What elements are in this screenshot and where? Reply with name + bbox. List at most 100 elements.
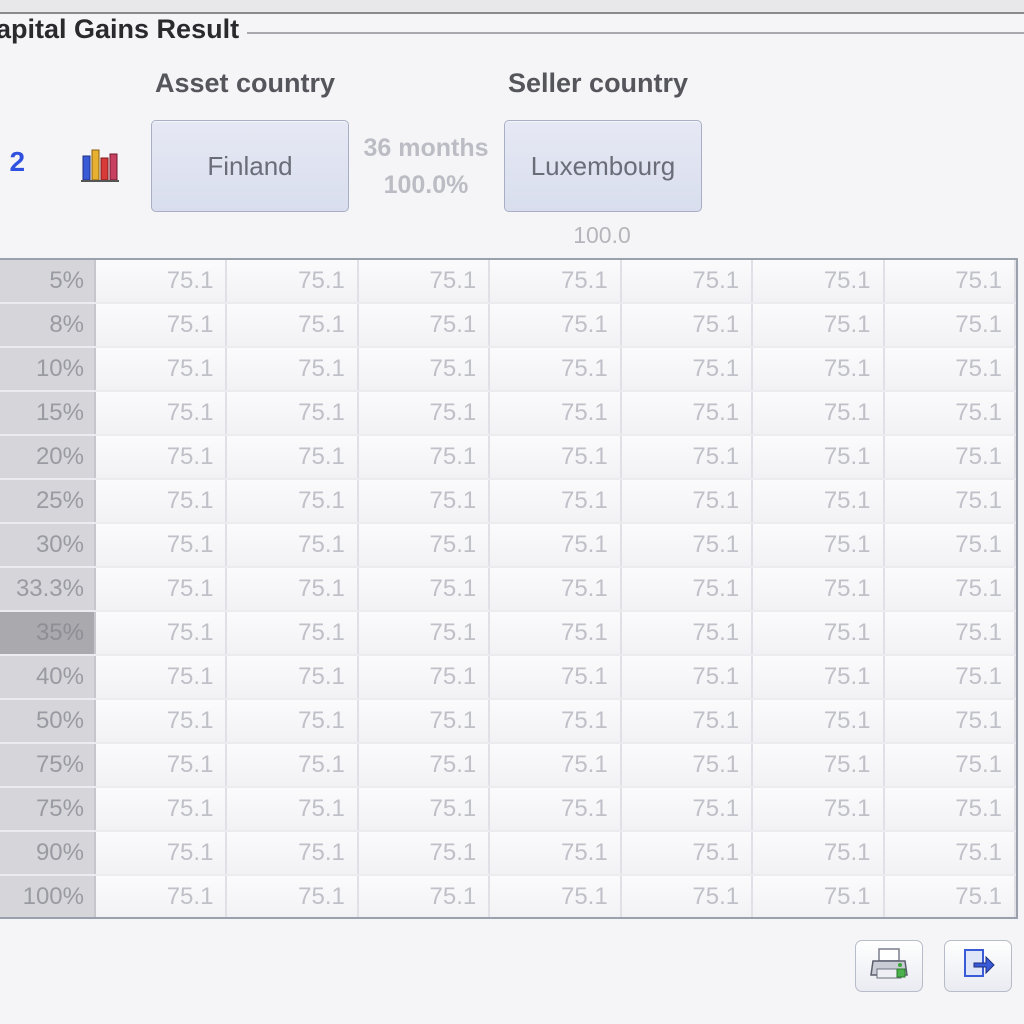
- table-cell[interactable]: 75.1: [226, 479, 359, 524]
- row-header[interactable]: 30%: [0, 523, 96, 568]
- table-row[interactable]: 15% 75.1 75.1 75.1 75.1 75.1 75.1 75.1: [0, 391, 1016, 436]
- table-cell[interactable]: 75.1: [752, 567, 885, 612]
- table-cell[interactable]: 75.1: [752, 260, 885, 304]
- row-header[interactable]: 33.3%: [0, 567, 96, 612]
- table-cell[interactable]: 75.1: [95, 347, 228, 392]
- table-cell[interactable]: 75.1: [883, 303, 1016, 348]
- table-cell[interactable]: 75.1: [752, 391, 885, 436]
- row-header[interactable]: 20%: [0, 435, 96, 480]
- table-cell[interactable]: 75.1: [226, 523, 359, 568]
- table-row[interactable]: 75% 75.1 75.1 75.1 75.1 75.1 75.1 75.1: [0, 743, 1016, 788]
- table-cell[interactable]: 75.1: [357, 347, 491, 392]
- table-cell[interactable]: 75.1: [357, 699, 491, 744]
- row-header[interactable]: 25%: [0, 479, 96, 524]
- table-cell[interactable]: 75.1: [226, 391, 359, 436]
- table-cell[interactable]: 75.1: [226, 567, 359, 612]
- table-cell[interactable]: 75.1: [620, 479, 754, 524]
- table-cell[interactable]: 75.1: [357, 831, 491, 876]
- table-cell[interactable]: 75.1: [226, 699, 359, 744]
- table-row[interactable]: 10% 75.1 75.1 75.1 75.1 75.1 75.1 75.1: [0, 347, 1016, 392]
- row-header[interactable]: 75%: [0, 787, 96, 832]
- table-row[interactable]: 30% 75.1 75.1 75.1 75.1 75.1 75.1 75.1: [0, 523, 1016, 568]
- table-cell[interactable]: 75.1: [95, 787, 228, 832]
- table-cell[interactable]: 75.1: [489, 831, 622, 876]
- table-cell[interactable]: 75.1: [357, 787, 491, 832]
- table-cell[interactable]: 75.1: [489, 743, 622, 788]
- table-cell[interactable]: 75.1: [883, 347, 1016, 392]
- table-cell[interactable]: 75.1: [489, 699, 622, 744]
- table-cell[interactable]: 75.1: [620, 831, 754, 876]
- row-header[interactable]: 75%: [0, 743, 96, 788]
- table-cell[interactable]: 75.1: [752, 655, 885, 700]
- table-cell[interactable]: 75.1: [95, 391, 228, 436]
- table-cell[interactable]: 75.1: [489, 875, 622, 917]
- table-cell[interactable]: 75.1: [226, 875, 359, 917]
- table-cell[interactable]: 75.1: [620, 347, 754, 392]
- bar-chart-icon[interactable]: [80, 146, 120, 184]
- table-cell[interactable]: 75.1: [489, 391, 622, 436]
- table-cell[interactable]: 75.1: [883, 260, 1016, 304]
- table-cell[interactable]: 75.1: [95, 479, 228, 524]
- table-cell[interactable]: 75.1: [95, 523, 228, 568]
- row-header[interactable]: 35%: [0, 611, 96, 656]
- row-header[interactable]: 100%: [0, 875, 96, 917]
- table-cell[interactable]: 75.1: [883, 523, 1016, 568]
- table-cell[interactable]: 75.1: [95, 875, 228, 917]
- table-cell[interactable]: 75.1: [489, 523, 622, 568]
- table-cell[interactable]: 75.1: [226, 303, 359, 348]
- table-cell[interactable]: 75.1: [226, 347, 359, 392]
- table-cell[interactable]: 75.1: [752, 347, 885, 392]
- table-cell[interactable]: 75.1: [226, 831, 359, 876]
- table-cell[interactable]: 75.1: [226, 435, 359, 480]
- table-cell[interactable]: 75.1: [95, 611, 228, 656]
- table-cell[interactable]: 75.1: [357, 435, 491, 480]
- table-row[interactable]: 20% 75.1 75.1 75.1 75.1 75.1 75.1 75.1: [0, 435, 1016, 480]
- table-cell[interactable]: 75.1: [620, 611, 754, 656]
- table-cell[interactable]: 75.1: [752, 479, 885, 524]
- table-cell[interactable]: 75.1: [226, 611, 359, 656]
- table-cell[interactable]: 75.1: [620, 260, 754, 304]
- table-cell[interactable]: 75.1: [752, 787, 885, 832]
- table-row[interactable]: 75% 75.1 75.1 75.1 75.1 75.1 75.1 75.1: [0, 787, 1016, 832]
- table-row[interactable]: 8% 75.1 75.1 75.1 75.1 75.1 75.1 75.1: [0, 303, 1016, 348]
- table-cell[interactable]: 75.1: [95, 831, 228, 876]
- table-cell[interactable]: 75.1: [95, 655, 228, 700]
- table-row[interactable]: 33.3% 75.1 75.1 75.1 75.1 75.1 75.1 75.1: [0, 567, 1016, 612]
- asset-country-button[interactable]: Finland: [151, 120, 349, 212]
- table-cell[interactable]: 75.1: [489, 347, 622, 392]
- table-cell[interactable]: 75.1: [620, 435, 754, 480]
- row-header[interactable]: 15%: [0, 391, 96, 436]
- table-row[interactable]: 50% 75.1 75.1 75.1 75.1 75.1 75.1 75.1: [0, 699, 1016, 744]
- table-cell[interactable]: 75.1: [489, 655, 622, 700]
- table-cell[interactable]: 75.1: [620, 743, 754, 788]
- table-cell[interactable]: 75.1: [752, 611, 885, 656]
- table-cell[interactable]: 75.1: [489, 260, 622, 304]
- results-grid[interactable]: 5% 75.1 75.1 75.1 75.1 75.1 75.1 75.1 8% 75.1 75.1…: [0, 258, 1018, 919]
- table-cell[interactable]: 75.1: [357, 655, 491, 700]
- table-cell[interactable]: 75.1: [883, 831, 1016, 876]
- table-row[interactable]: 40% 75.1 75.1 75.1 75.1 75.1 75.1 75.1: [0, 655, 1016, 700]
- table-cell[interactable]: 75.1: [95, 303, 228, 348]
- table-cell[interactable]: 75.1: [752, 435, 885, 480]
- table-cell[interactable]: 75.1: [620, 699, 754, 744]
- row-header[interactable]: 90%: [0, 831, 96, 876]
- table-cell[interactable]: 75.1: [357, 567, 491, 612]
- table-cell[interactable]: 75.1: [226, 260, 359, 304]
- table-cell[interactable]: 75.1: [883, 655, 1016, 700]
- table-cell[interactable]: 75.1: [489, 435, 622, 480]
- table-cell[interactable]: 75.1: [357, 743, 491, 788]
- print-button[interactable]: [855, 940, 923, 992]
- table-cell[interactable]: 75.1: [883, 875, 1016, 917]
- table-cell[interactable]: 75.1: [357, 260, 491, 304]
- table-cell[interactable]: 75.1: [620, 655, 754, 700]
- table-cell[interactable]: 75.1: [620, 523, 754, 568]
- table-cell[interactable]: 75.1: [95, 435, 228, 480]
- table-cell[interactable]: 75.1: [620, 303, 754, 348]
- table-cell[interactable]: 75.1: [489, 567, 622, 612]
- table-cell[interactable]: 75.1: [752, 523, 885, 568]
- row-header[interactable]: 40%: [0, 655, 96, 700]
- table-cell[interactable]: 75.1: [883, 787, 1016, 832]
- table-cell[interactable]: 75.1: [752, 875, 885, 917]
- scenario-link[interactable]: . 2: [0, 146, 25, 178]
- table-cell[interactable]: 75.1: [620, 875, 754, 917]
